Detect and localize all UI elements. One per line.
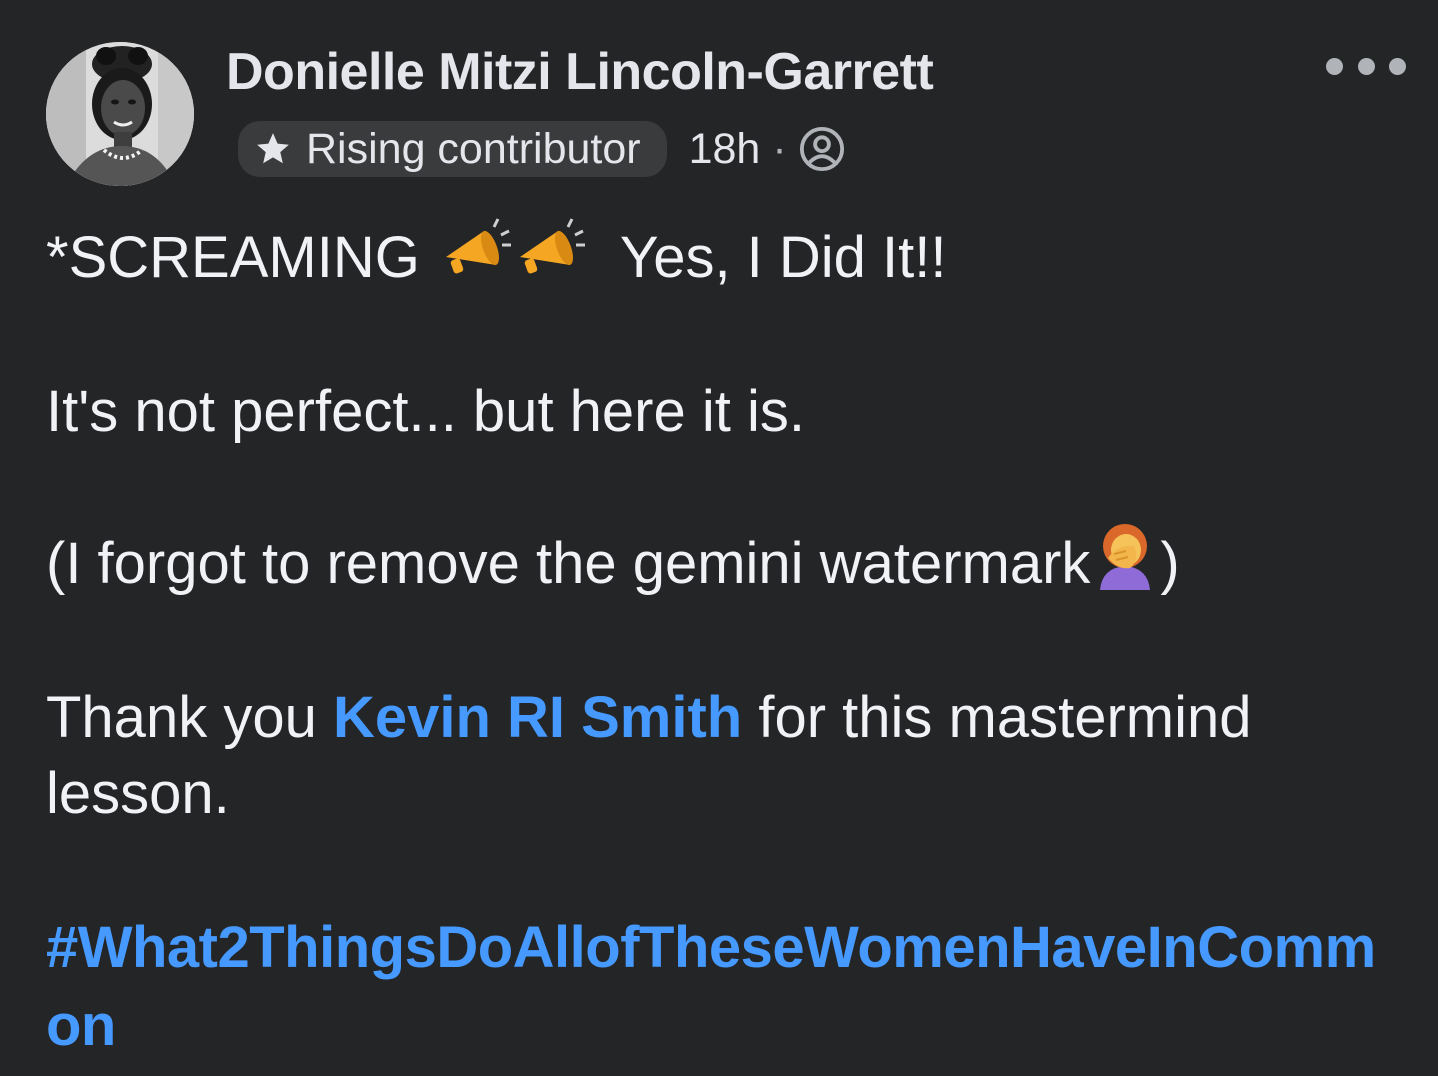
mention-link[interactable]: Kevin RI Smith: [333, 685, 742, 750]
post-text: Thank you: [46, 685, 333, 750]
rising-contributor-badge[interactable]: Rising contributor: [238, 121, 667, 177]
hashtag-link-continued[interactable]: on: [46, 988, 116, 1064]
post-text-suffix: Yes, I Did It!!: [619, 225, 947, 290]
post-meta: Rising contributor 18h ·: [238, 120, 845, 178]
author-name[interactable]: Donielle Mitzi Lincoln-Garrett: [226, 42, 934, 102]
post-line-2: It's not perfect... but here it is.: [46, 379, 805, 444]
author-avatar[interactable]: [46, 42, 194, 186]
more-options-button[interactable]: [1326, 46, 1406, 86]
megaphone-emoji-icon: [438, 213, 588, 304]
group-members-icon: [799, 126, 844, 172]
post-line-4: Thank you Kevin RI Smith for this master…: [46, 680, 1252, 756]
post-text: for this mastermind: [742, 685, 1252, 750]
more-options-icon: [1326, 57, 1343, 75]
post-text: (I forgot to remove the gemini watermark: [46, 531, 1091, 596]
meta-separator: ·: [772, 124, 787, 173]
post-line-3: (I forgot to remove the gemini watermark…: [46, 523, 1180, 602]
post-line-1: *SCREAMING Yes, I Did It!!: [46, 217, 947, 296]
woman-facepalming-emoji-icon: [1090, 520, 1160, 609]
badge-label: Rising contributor: [306, 124, 641, 173]
post-header: Donielle Mitzi Lincoln-Garrett Rising co…: [0, 0, 1438, 200]
post-text: *SCREAMING: [46, 225, 420, 290]
star-icon: [257, 133, 289, 164]
hashtag-link[interactable]: #What2ThingsDoAllofTheseWomenHaveInComm: [46, 910, 1376, 986]
post-text-close: ): [1160, 531, 1180, 596]
post-timestamp[interactable]: 18h: [689, 125, 761, 174]
post-line-5: lesson.: [46, 761, 230, 826]
